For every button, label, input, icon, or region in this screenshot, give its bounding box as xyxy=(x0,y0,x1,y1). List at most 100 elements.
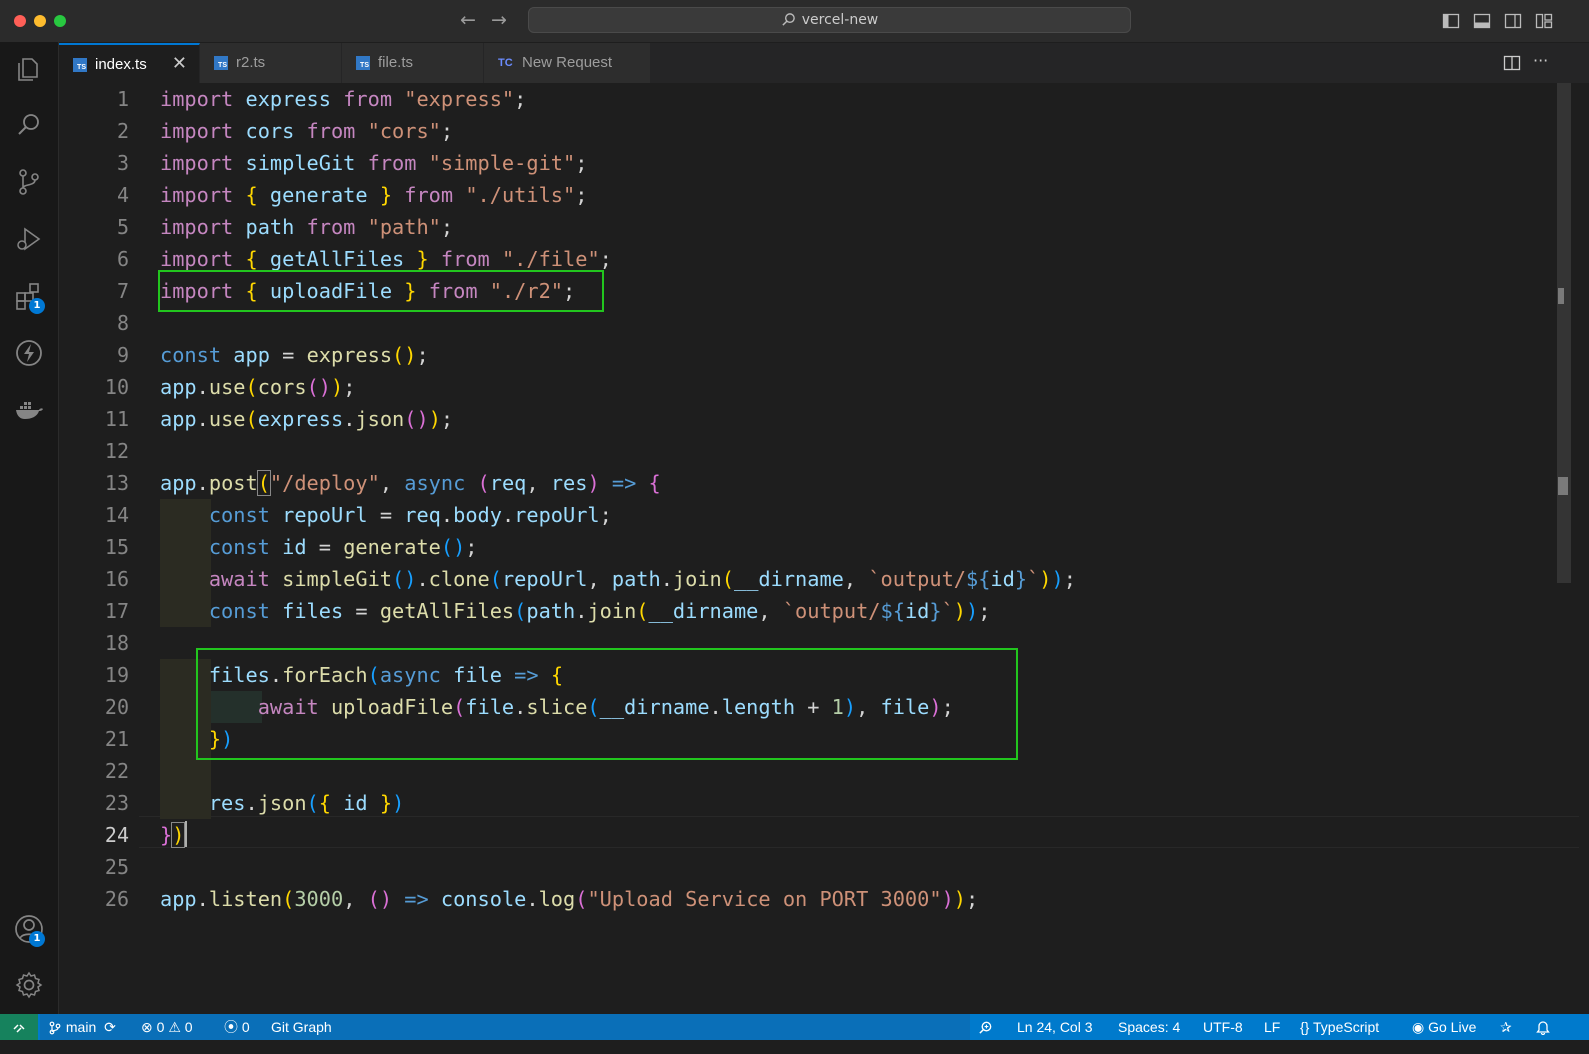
toggle-panel-icon[interactable] xyxy=(1473,12,1491,30)
line-number: 1 xyxy=(116,87,129,111)
customize-layout-icon[interactable] xyxy=(1535,12,1553,30)
error-icon: ⊗ xyxy=(141,1019,153,1035)
encoding-setting[interactable]: UTF-8 xyxy=(1203,1018,1243,1036)
thunder-client-icon[interactable] xyxy=(13,337,45,369)
line-number: 14 xyxy=(104,503,129,527)
code-line: import { generate } from "./utils"; xyxy=(160,183,588,207)
code-line: app.use(express.json()); xyxy=(160,407,454,431)
code-line: import cors from "cors"; xyxy=(160,119,454,143)
cursor-position[interactable]: Ln 24, Col 3 xyxy=(1017,1018,1093,1036)
maximize-window-button[interactable] xyxy=(54,15,66,27)
line-number: 25 xyxy=(104,855,129,879)
go-live-label: Go Live xyxy=(1428,1019,1477,1035)
back-arrow-icon[interactable]: ← xyxy=(460,9,476,31)
text-cursor xyxy=(185,821,187,847)
branch-name: main xyxy=(65,1019,97,1035)
command-center-search[interactable]: vercel-new xyxy=(528,7,1131,33)
indentation-setting[interactable]: Spaces: 4 xyxy=(1118,1018,1180,1036)
title-bar: ← → vercel-new xyxy=(0,0,1589,43)
line-number: 4 xyxy=(116,183,129,207)
tab-index-ts[interactable]: TS index.ts ✕ xyxy=(59,43,200,83)
line-number: 13 xyxy=(104,471,129,495)
code-line: app.listen(3000, () => console.log("Uplo… xyxy=(160,887,979,911)
code-line: await simpleGit().clone(repoUrl, path.jo… xyxy=(208,567,1076,591)
feedback-icon[interactable]: ✰ xyxy=(1500,1018,1512,1036)
code-line: const id = generate(); xyxy=(208,535,478,559)
code-line: }) xyxy=(160,822,186,848)
toggle-secondary-sidebar-icon[interactable] xyxy=(1504,12,1522,30)
braces-icon: {} xyxy=(1300,1019,1310,1035)
settings-gear-icon[interactable] xyxy=(13,969,45,1001)
ts-file-icon: TS xyxy=(73,58,87,72)
line-number: 17 xyxy=(104,599,129,623)
thunder-client-tab-icon: TC xyxy=(498,57,513,69)
code-line: import simpleGit from "simple-git"; xyxy=(160,151,588,175)
minimap-marker xyxy=(1558,477,1568,495)
close-window-button[interactable] xyxy=(14,15,26,27)
tab-file-ts[interactable]: TS file.ts xyxy=(342,43,484,83)
language-label: TypeScript xyxy=(1313,1019,1380,1035)
tab-new-request[interactable]: TC New Request xyxy=(484,43,651,83)
sync-icon[interactable]: ⟳ xyxy=(104,1019,116,1035)
split-editor-icon[interactable] xyxy=(1503,54,1521,72)
notifications-bell-icon[interactable] xyxy=(1536,1018,1550,1036)
code-line: const app = express(); xyxy=(160,343,429,367)
line-number: 7 xyxy=(116,279,129,303)
go-live-button[interactable]: ◉ Go Live xyxy=(1412,1018,1476,1036)
code-line: import path from "path"; xyxy=(160,215,454,239)
code-line: const repoUrl = req.body.repoUrl; xyxy=(208,503,612,527)
search-icon xyxy=(782,13,795,26)
error-count: 0 xyxy=(156,1019,165,1035)
git-graph-button[interactable]: Git Graph xyxy=(271,1018,332,1036)
close-tab-icon[interactable]: ✕ xyxy=(172,54,187,74)
minimap-marker xyxy=(1558,288,1564,304)
search-text: vercel-new xyxy=(801,12,879,28)
run-debug-icon[interactable] xyxy=(13,223,45,255)
accounts-badge: 1 xyxy=(29,931,45,947)
line-number: 6 xyxy=(116,247,129,271)
line-number-gutter: 1 2 3 4 5 6 7 8 9 10 11 12 13 14 15 16 1… xyxy=(59,83,139,1030)
code-line: res.json({ id }) xyxy=(208,791,405,815)
warning-count: 0 xyxy=(184,1019,193,1035)
window-bottom-edge xyxy=(0,1040,1589,1054)
zoom-icon[interactable] xyxy=(978,1018,993,1036)
line-number: 10 xyxy=(104,375,129,399)
forward-arrow-icon[interactable]: → xyxy=(491,9,507,31)
line-number: 3 xyxy=(116,151,129,175)
ports-count: 0 xyxy=(241,1019,250,1035)
minimize-window-button[interactable] xyxy=(34,15,46,27)
highlight-box-foreach xyxy=(196,648,1018,760)
ts-file-icon: TS xyxy=(214,56,228,70)
more-actions-icon[interactable]: ··· xyxy=(1533,51,1548,70)
line-number: 21 xyxy=(104,727,129,751)
branch-indicator[interactable]: main ⟳ xyxy=(48,1018,116,1036)
line-number: 20 xyxy=(104,695,129,719)
code-editor[interactable]: 1 2 3 4 5 6 7 8 9 10 11 12 13 14 15 16 1… xyxy=(59,83,1589,1030)
line-number: 11 xyxy=(104,407,129,431)
line-number: 16 xyxy=(104,567,129,591)
remote-indicator[interactable] xyxy=(0,1014,38,1040)
line-number: 23 xyxy=(104,791,129,815)
ports-indicator[interactable]: ⦿ 0 xyxy=(224,1018,250,1036)
warning-icon: ⚠ xyxy=(168,1019,181,1035)
line-number: 5 xyxy=(116,215,129,239)
code-line: app.post("/deploy", async (req, res) => … xyxy=(160,470,661,496)
vertical-scrollbar[interactable] xyxy=(1557,83,1571,583)
tab-label: file.ts xyxy=(378,54,414,71)
explorer-icon[interactable] xyxy=(13,52,45,84)
eol-setting[interactable]: LF xyxy=(1264,1018,1280,1036)
line-number-current: 24 xyxy=(104,823,129,847)
line-number: 19 xyxy=(104,663,129,687)
code-line: const files = getAllFiles(path.join(__di… xyxy=(208,599,991,623)
code-line: app.use(cors()); xyxy=(160,375,356,399)
source-control-icon[interactable] xyxy=(13,166,45,198)
line-number: 12 xyxy=(104,439,129,463)
language-mode[interactable]: {} TypeScript xyxy=(1300,1018,1379,1036)
search-icon[interactable] xyxy=(13,109,45,141)
tab-r2-ts[interactable]: TS r2.ts xyxy=(200,43,342,83)
problems-indicator[interactable]: ⊗ 0 ⚠ 0 xyxy=(141,1018,193,1036)
line-number: 18 xyxy=(104,631,129,655)
toggle-primary-sidebar-icon[interactable] xyxy=(1442,12,1460,30)
docker-icon[interactable] xyxy=(13,394,45,426)
ts-file-icon: TS xyxy=(356,56,370,70)
